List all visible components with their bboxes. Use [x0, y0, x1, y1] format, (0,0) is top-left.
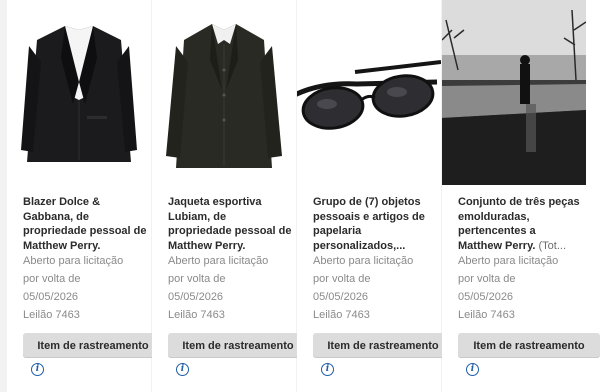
lot-auction: Leilão 7463	[313, 309, 370, 321]
info-icon[interactable]: i	[466, 363, 479, 376]
jacket-illustration	[166, 24, 282, 168]
status-line: Aberto para licitação	[313, 255, 414, 267]
track-item-button[interactable]: Item de rastreamento	[168, 333, 308, 358]
lot-status: Aberto para licitação por volta de 05/05…	[458, 252, 582, 324]
sunglasses-illustration	[297, 60, 441, 130]
track-item-button[interactable]: Item de rastreamento	[313, 333, 453, 358]
track-item-button[interactable]: Item de rastreamento	[23, 333, 163, 358]
lot-date: 05/05/2026	[23, 291, 79, 303]
lot-auction: Leilão 7463	[23, 309, 80, 321]
status-line: Aberto para licitação	[168, 255, 269, 267]
lot-image-blazer[interactable]	[7, 0, 151, 185]
lot-card[interactable]: Conjunto de três peças emolduradas, pert…	[442, 0, 600, 392]
lot-title[interactable]: Jaqueta esportiva Lubiam, de propriedade…	[168, 195, 292, 253]
status-line: Aberto para licitação	[458, 255, 559, 267]
status-line: por volta de	[168, 273, 226, 285]
lot-card[interactable]: Jaqueta esportiva Lubiam, de propriedade…	[152, 0, 308, 392]
lot-date: 05/05/2026	[313, 291, 369, 303]
status-line: por volta de	[313, 273, 371, 285]
framed-photo-illustration	[442, 0, 587, 185]
lot-card[interactable]: Grupo de (7) objetos pessoais e artigos …	[297, 0, 453, 392]
lot-status: Aberto para licitação por volta de 05/05…	[168, 252, 292, 324]
lot-card[interactable]: Blazer Dolce & Gabbana, de propriedade p…	[7, 0, 163, 392]
lot-auction: Leilão 7463	[458, 309, 515, 321]
lot-status: Aberto para licitação por volta de 05/05…	[313, 252, 437, 324]
lot-date: 05/05/2026	[458, 291, 514, 303]
info-icon[interactable]: i	[31, 363, 44, 376]
lot-title[interactable]: Conjunto de três peças emolduradas, pert…	[458, 195, 582, 253]
status-line: Aberto para licitação	[23, 255, 124, 267]
lot-carousel: Blazer Dolce & Gabbana, de propriedade p…	[0, 0, 600, 392]
lot-status: Aberto para licitação por volta de 05/05…	[23, 252, 147, 324]
status-line: por volta de	[23, 273, 81, 285]
blazer-illustration	[21, 26, 137, 162]
lot-title[interactable]: Grupo de (7) objetos pessoais e artigos …	[313, 195, 437, 253]
lot-date: 05/05/2026	[168, 291, 224, 303]
status-line: por volta de	[458, 273, 516, 285]
lot-title[interactable]: Blazer Dolce & Gabbana, de propriedade p…	[23, 195, 147, 253]
lot-image-framed-photo[interactable]	[442, 0, 600, 185]
lot-image-sunglasses[interactable]	[297, 0, 441, 185]
lot-image-jacket[interactable]	[152, 0, 296, 185]
lot-auction: Leilão 7463	[168, 309, 225, 321]
info-icon[interactable]: i	[176, 363, 189, 376]
track-item-button[interactable]: Item de rastreamento	[458, 333, 600, 358]
info-icon[interactable]: i	[321, 363, 334, 376]
